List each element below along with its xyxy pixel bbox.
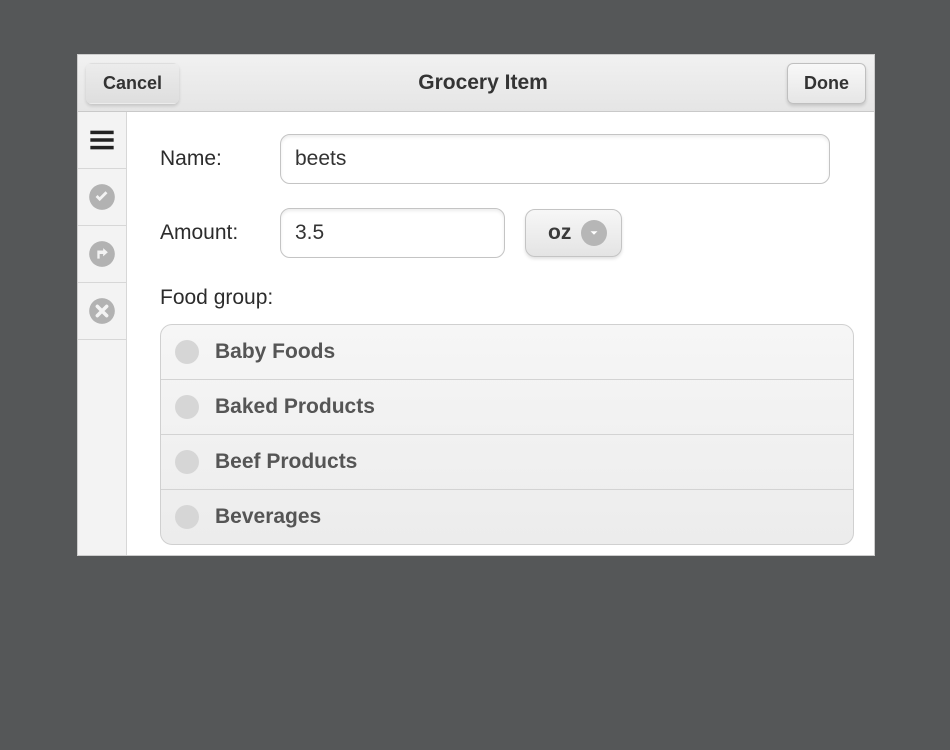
dialog-title: Grocery Item (418, 71, 548, 95)
hamburger-icon (88, 126, 116, 154)
list-item-label: Beef Products (215, 450, 357, 474)
cancel-button[interactable]: Cancel (86, 63, 179, 104)
grocery-item-dialog: Cancel Grocery Item Done Name: (78, 55, 874, 555)
radio-icon (175, 450, 199, 474)
dialog-header: Cancel Grocery Item Done (78, 55, 874, 112)
sidebar-menu-button[interactable] (78, 112, 126, 169)
dialog-body: Name: Amount: oz Food group: Baby Foods (78, 112, 874, 555)
sidebar (78, 112, 127, 555)
food-group-label: Food group: (160, 286, 854, 310)
name-row: Name: (160, 134, 854, 184)
name-label: Name: (160, 147, 280, 171)
list-item[interactable]: Beverages (161, 490, 853, 544)
radio-icon (175, 505, 199, 529)
amount-row: Amount: oz (160, 208, 854, 258)
list-item[interactable]: Baby Foods (161, 325, 853, 380)
check-circle-icon (88, 183, 116, 211)
form-area: Name: Amount: oz Food group: Baby Foods (127, 112, 874, 555)
list-item[interactable]: Baked Products (161, 380, 853, 435)
list-item[interactable]: Beef Products (161, 435, 853, 490)
unit-label: oz (548, 221, 571, 245)
list-item-label: Baked Products (215, 395, 375, 419)
sidebar-share-button[interactable] (78, 226, 126, 283)
share-icon (88, 240, 116, 268)
unit-select-button[interactable]: oz (525, 209, 622, 257)
sidebar-check-button[interactable] (78, 169, 126, 226)
amount-input[interactable] (280, 208, 505, 258)
name-input[interactable] (280, 134, 830, 184)
radio-icon (175, 395, 199, 419)
sidebar-close-button[interactable] (78, 283, 126, 340)
radio-icon (175, 340, 199, 364)
close-circle-icon (88, 297, 116, 325)
food-group-list: Baby Foods Baked Products Beef Products … (160, 324, 854, 545)
done-button[interactable]: Done (787, 63, 866, 104)
list-item-label: Beverages (215, 505, 321, 529)
chevron-down-icon (581, 220, 607, 246)
list-item-label: Baby Foods (215, 340, 335, 364)
amount-label: Amount: (160, 221, 280, 245)
